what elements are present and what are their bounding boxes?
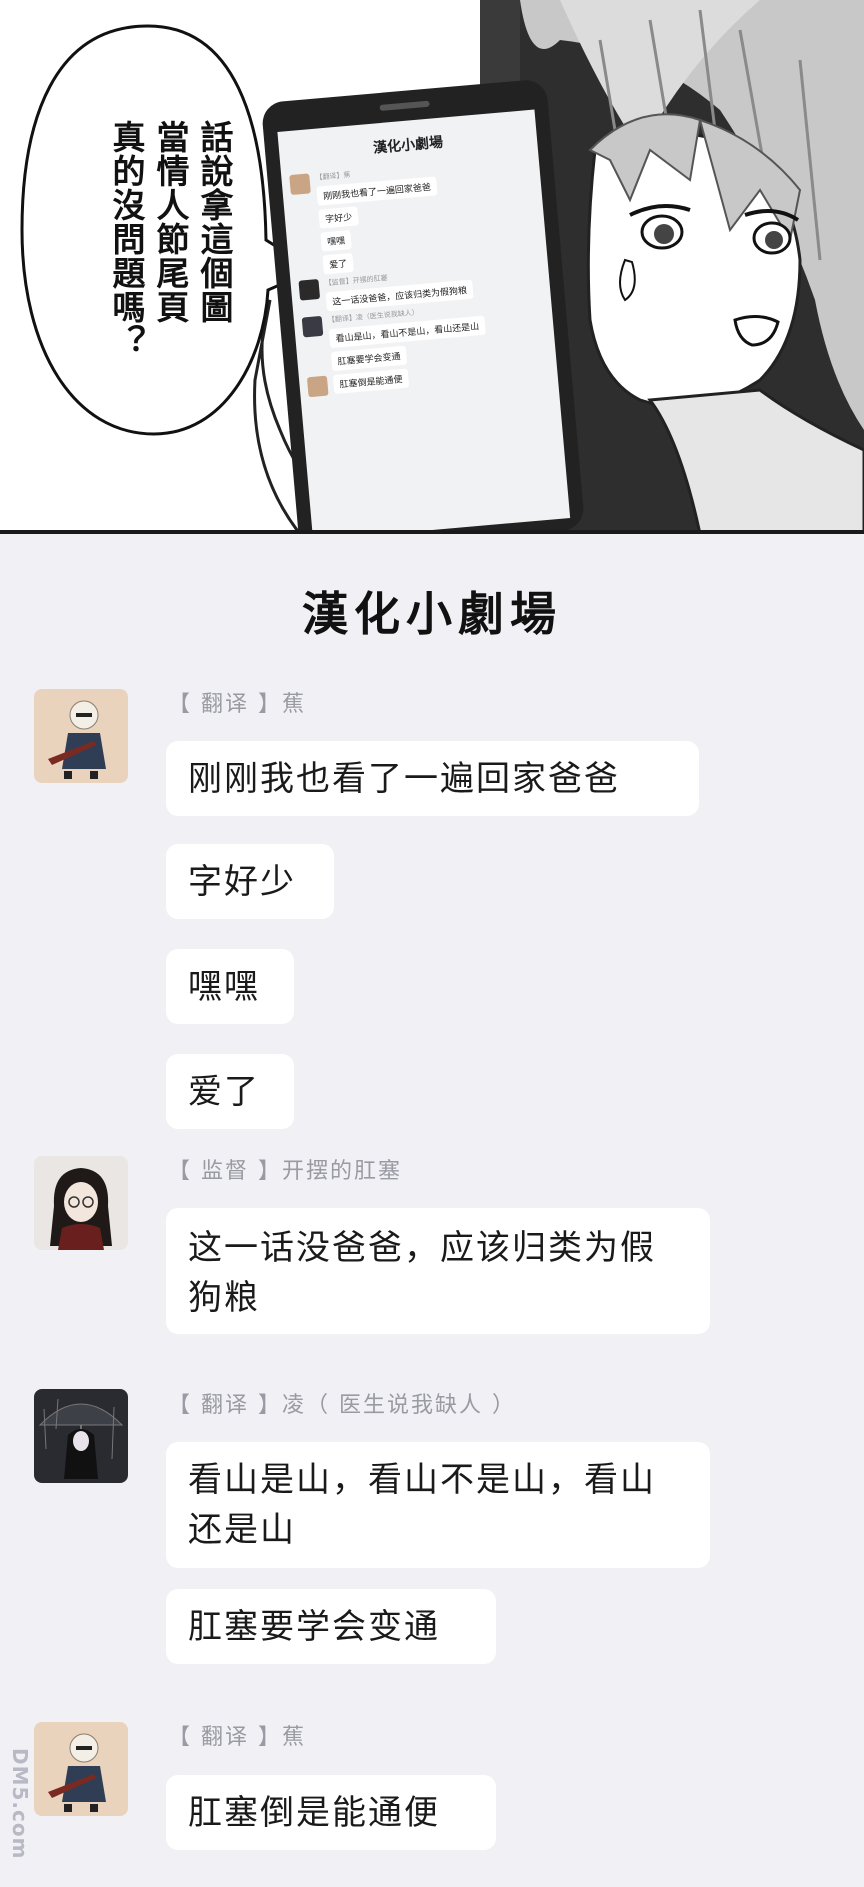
bubble-line-1: 話說拿這個圖 — [195, 120, 234, 324]
phone-bubble: 嘿嘿 — [320, 230, 352, 252]
sender-name: 【 翻译 】凌（ 医生说我缺人 ） — [168, 1393, 516, 1418]
avatar-girl-guitar-icon — [34, 1722, 128, 1816]
chat-title: 漢化小劇場 — [302, 587, 562, 641]
phone-avatar-icon — [298, 278, 321, 301]
manga-panel: 話說拿這個圖 當情人節尾頁 真的沒問題嗎？ 漢化小劇場 【翻译】蕉 刚刚我也看了… — [0, 0, 864, 534]
avatar-icon — [34, 1722, 128, 1816]
sender-name: 【 翻译 】蕉 — [168, 692, 306, 717]
phone-avatar-icon — [306, 375, 329, 398]
phone-bubble: 肛塞倒是能通便 — [332, 368, 410, 395]
phone-in-hand: 漢化小劇場 【翻译】蕉 刚刚我也看了一遍回家爸爸 字好少 嘿嘿 爱了 【监督】开… — [260, 78, 586, 530]
message-bubble: 这一话没爸爸，应该归类为假狗粮 — [166, 1208, 710, 1334]
sender-name: 【 监督 】开摆的肛塞 — [168, 1159, 402, 1184]
avatar-icon — [34, 689, 128, 783]
speech-bubble: 話說拿這個圖 當情人節尾頁 真的沒問題嗎？ — [14, 20, 282, 440]
chat-section: 漢化小劇場 【 翻译 】蕉 刚刚我也看了一遍回家爸爸 字好少 嘿嘿 爱了 【 监… — [0, 534, 864, 1887]
bubble-line-2: 當情人節尾頁 — [151, 120, 190, 324]
message-bubble: 嘿嘿 — [166, 949, 294, 1024]
message-bubble: 爱了 — [166, 1054, 294, 1129]
phone-avatar-icon — [289, 173, 311, 196]
phone-avatar-icon — [301, 315, 324, 338]
phone-bubble: 爱了 — [322, 252, 354, 275]
site-watermark: DM5.com — [8, 1748, 38, 1878]
phone-message-group: 【翻译】蕉 刚刚我也看了一遍回家爸爸 字好少 嘿嘿 爱了 — [289, 154, 539, 277]
message-bubble: 肛塞要学会变通 — [166, 1589, 496, 1664]
phone-screen: 漢化小劇場 【翻译】蕉 刚刚我也看了一遍回家爸爸 字好少 嘿嘿 爱了 【监督】开… — [277, 109, 571, 530]
message-bubble: 字好少 — [166, 844, 334, 919]
speech-bubble-text: 話說拿這個圖 當情人節尾頁 真的沒問題嗎？ — [106, 120, 236, 410]
avatar-icon — [34, 1389, 128, 1483]
avatar-girl-guitar-icon — [34, 689, 128, 783]
avatar-umbrella-girl-icon — [34, 1389, 128, 1483]
watermark-text: DM5.com — [8, 1748, 32, 1860]
message-bubble: 肛塞倒是能通便 — [166, 1775, 496, 1850]
bubble-line-3: 真的沒問題嗎？ — [107, 120, 146, 358]
phone-bubble: 肛塞要学会变通 — [330, 345, 408, 372]
sender-name: 【 翻译 】蕉 — [168, 1725, 306, 1750]
phone-bubble: 字好少 — [318, 206, 359, 229]
message-bubble: 刚刚我也看了一遍回家爸爸 — [166, 741, 699, 816]
avatar-icon — [34, 1156, 128, 1250]
message-bubble: 看山是山，看山不是山，看山还是山 — [166, 1442, 710, 1568]
avatar-dark-hair-girl-icon — [34, 1156, 128, 1250]
